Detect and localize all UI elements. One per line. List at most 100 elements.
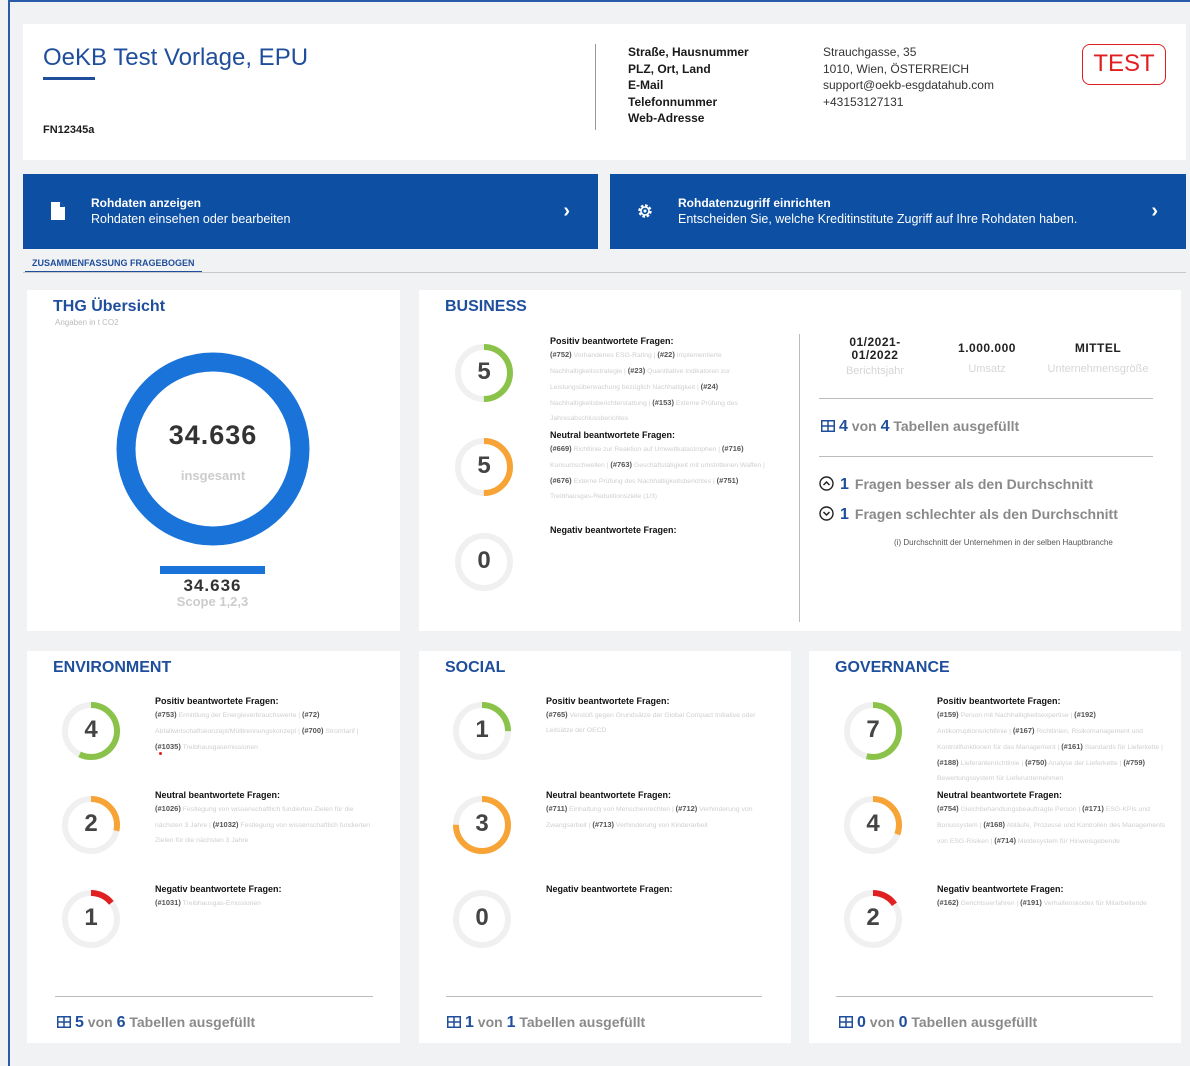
neutral-questions: Neutral beantwortete Fragen: (#754) Glei… (937, 790, 1167, 849)
neutral-questions: Neutral beantwortete Fragen: (#1026) Fes… (155, 790, 380, 848)
stat-revenue: 1.000.000 Umsatz (937, 342, 1037, 376)
neutral-heading: Neutral beantwortete Fragen: (937, 790, 1063, 800)
neutral-heading: Neutral beantwortete Fragen: (155, 790, 281, 800)
table-icon (57, 1016, 71, 1028)
card-title: ENVIRONMENT (53, 659, 172, 676)
chevron-up-circle-icon (819, 476, 834, 491)
positive-questions: Positiv beantwortete Fragen: (#765) Vers… (546, 696, 771, 738)
view-raw-data-banner[interactable]: Rohdaten anzeigen Rohdaten einsehen oder… (23, 174, 598, 249)
positive-questions: Positiv beantwortete Fragen: (#753) Ermi… (155, 696, 380, 755)
negative-count: 0 (477, 547, 491, 574)
negative-questions: Negativ beantwortete Fragen: (546, 884, 771, 895)
negative-list: (#1031) Treibhausgas-Emissionen (155, 898, 261, 907)
company-name: OeKB Test Vorlage, EPU (43, 44, 309, 71)
tables-suffix: Tabellen ausgefüllt (911, 1014, 1038, 1030)
von-label: von (851, 418, 877, 434)
negative-list: (#162) Gerichtsverfahren | (#191) Verhal… (937, 898, 1147, 907)
neutral-count: 5 (477, 452, 491, 479)
tables-suffix: Tabellen ausgefüllt (519, 1014, 646, 1030)
thg-total-label: insgesamt (180, 468, 246, 483)
positive-heading: Positiv beantwortete Fragen: (155, 696, 279, 706)
positive-questions: Positiv beantwortete Fragen: (#752) Vorh… (550, 336, 775, 426)
value-phone: +43153127131 (823, 94, 904, 109)
value-city: 1010, Wien, ÖSTERREICH (823, 61, 970, 76)
stats-divider (819, 398, 1153, 399)
worse-count: 1 (840, 506, 849, 523)
neutral-count: 3 (475, 810, 489, 837)
worse-text: Fragen schlechter als den Durchschnitt (854, 506, 1118, 522)
company-underline (43, 77, 95, 80)
neutral-list: (#711) Einhaltung von Menschenrechten | … (546, 804, 753, 829)
positive-heading: Positiv beantwortete Fragen: (546, 696, 670, 706)
warning-dot (159, 752, 162, 755)
value-email[interactable]: support@oekb-esgdatahub.com (823, 77, 994, 94)
header-divider (595, 44, 596, 130)
label-web: Web-Adresse (628, 111, 705, 125)
stat-report-year: 01/2021- 01/2022 Berichtsjahr (825, 335, 925, 378)
thg-total: 34.636 (168, 420, 258, 450)
positive-list: (#752) Vorhandenes ESG-Rating | (#22) Im… (550, 350, 738, 422)
company-header: OeKB Test Vorlage, EPU FN12345a Straße, … (23, 24, 1186, 160)
neutral-list: (#754) Gleichbehandlungsbeauftragte Pers… (937, 804, 1166, 845)
governance-card: GOVERNANCE 7 4 2 Positiv beantwortete Fr… (809, 651, 1181, 1043)
better-text: Fragen besser als den Durchschnitt (854, 476, 1093, 492)
value-street: Strauchgasse, 35 (823, 45, 917, 59)
tables-filled-count: 4 (839, 418, 848, 435)
tables-total-count: 6 (116, 1014, 126, 1031)
governance-tables-filled: 0 von 0 Tabellen ausgefüllt (839, 1014, 1037, 1032)
stat-company-size: MITTEL Unternehmensgröße (1039, 341, 1157, 376)
stat-value: MITTEL (1074, 341, 1122, 355)
document-icon (51, 202, 65, 220)
environment-card: ENVIRONMENT 4 2 1 Positiv beantwortete F… (27, 651, 400, 1043)
table-icon (839, 1016, 853, 1028)
tables-total-count: 0 (898, 1014, 908, 1031)
test-badge: TEST (1082, 44, 1166, 85)
neutral-heading: Neutral beantwortete Fragen: (550, 430, 676, 440)
neutral-heading: Neutral beantwortete Fragen: (546, 790, 672, 800)
positive-heading: Positiv beantwortete Fragen: (550, 336, 674, 346)
better-than-average: 1 Fragen besser als den Durchschnitt (819, 476, 1093, 494)
negative-count: 1 (84, 904, 98, 931)
tables-total-count: 1 (506, 1014, 516, 1031)
chevron-right-icon: › (563, 200, 570, 222)
chevron-down-circle-icon (819, 506, 834, 521)
positive-list: (#765) Verstoß gegen Grundsätze der Glob… (546, 710, 756, 734)
frame-border-top (8, 0, 1190, 2)
positive-list: (#753) Ermittlung der Energieverbrauchsw… (155, 710, 359, 751)
negative-heading: Negativ beantwortete Fragen: (937, 884, 1064, 894)
chevron-right-icon: › (1151, 200, 1158, 222)
tab-questionnaire-summary[interactable]: ZUSAMMENFASSUNG FRAGEBOGEN (25, 258, 202, 273)
neutral-questions: Neutral beantwortete Fragen: (#669) Rich… (550, 430, 775, 504)
negative-heading: Negativ beantwortete Fragen: (155, 884, 282, 894)
negative-questions: Negativ beantwortete Fragen: (#162) Geri… (937, 884, 1167, 911)
neutral-count: 4 (866, 810, 880, 837)
tables-suffix: Tabellen ausgefüllt (893, 418, 1020, 434)
banner-subtitle: Rohdaten einsehen oder bearbeiten (91, 212, 291, 226)
raw-data-access-banner[interactable]: Rohdatenzugriff einrichten Entscheiden S… (610, 174, 1186, 249)
positive-questions: Positiv beantwortete Fragen: (#159) Pers… (937, 696, 1167, 786)
negative-questions: Negativ beantwortete Fragen: (550, 525, 775, 536)
average-note: (i) Durchschnitt der Unternehmen in der … (894, 538, 1113, 547)
card-title: SOCIAL (445, 659, 506, 676)
thg-overview-card: THG Übersicht Angaben in t CO2 34.636 in… (27, 290, 400, 631)
card-title: THG Übersicht (53, 298, 166, 315)
negative-questions: Negativ beantwortete Fragen: (#1031) Tre… (155, 884, 380, 911)
business-divider (799, 334, 800, 622)
positive-count: 7 (866, 716, 880, 743)
von-label: von (869, 1014, 895, 1030)
tables-divider (819, 456, 1153, 457)
stat-label: Unternehmensgröße (1047, 363, 1149, 375)
social-card: SOCIAL 1 3 0 Positiv beantwortete Fragen… (419, 651, 791, 1043)
label-email: E-Mail (628, 78, 664, 92)
stat-label: Berichtsjahr (845, 365, 905, 377)
tables-suffix: Tabellen ausgefüllt (129, 1014, 256, 1030)
card-subtitle: Angaben in t CO2 (55, 318, 119, 327)
positive-list: (#159) Person mit Nachhaltigkeitsexperti… (937, 710, 1163, 782)
banner-title: Rohdaten anzeigen (91, 196, 202, 210)
negative-count: 0 (475, 904, 489, 931)
stat-value: 01/2021- 01/2022 (849, 335, 901, 362)
stat-label: Umsatz (968, 363, 1006, 375)
negative-count: 2 (866, 904, 880, 931)
footer-divider (55, 996, 373, 997)
label-city: PLZ, Ort, Land (628, 61, 711, 76)
